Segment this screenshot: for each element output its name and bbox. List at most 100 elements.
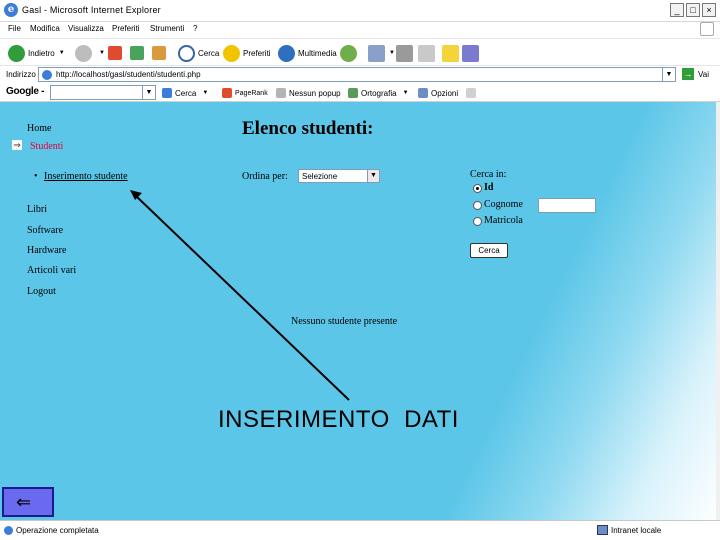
slide-back-button[interactable]: ⇐ [2,487,54,517]
spellcheck-label: Ortografia [361,88,397,98]
menu-preferiti[interactable]: Preferiti [112,24,140,33]
search-label: Cerca [198,48,220,58]
refresh-button[interactable] [130,43,147,63]
google-search-label: Cerca [175,88,197,98]
google-logo[interactable]: Google - [6,86,44,97]
google-toolbar: Google - ▼ Cerca ▼ PageRank Nessun popup… [0,84,720,102]
spellcheck-icon [348,88,358,98]
page-done-icon [4,526,13,535]
google-search-input[interactable]: ▼ [50,85,156,100]
close-button[interactable]: × [702,3,716,17]
spellcheck-button[interactable]: Ortografia ▼ [348,88,409,98]
search-icon [178,44,195,62]
nav-software-link[interactable]: Software [27,225,63,236]
options-button[interactable]: Opzioni [418,88,458,98]
back-label: Indietro [28,48,55,58]
refresh-icon [130,46,144,60]
status-bar: Operazione completata Intranet locale [0,520,720,540]
go-button[interactable]: Vai [698,70,709,79]
star-icon [223,44,240,62]
search-button[interactable]: Cerca [178,43,219,63]
windows-logo-icon [700,22,714,36]
highlight-button[interactable] [466,88,479,98]
address-input[interactable]: http://localhost/gasl/studenti/studenti.… [38,67,676,82]
caret-down-icon[interactable]: ▼ [99,50,105,56]
ie-icon: e [4,3,18,17]
google-g-icon [162,88,172,98]
caret-down-icon[interactable]: ▼ [59,50,65,56]
menubar: File Modifica Visualizza Preferiti Strum… [0,22,720,37]
print-icon [396,44,413,62]
chevron-down-icon[interactable]: ▼ [142,86,155,99]
stop-button[interactable] [108,43,125,63]
menu-strumenti[interactable]: Strumenti [150,24,184,33]
nav-logout-link[interactable]: Logout [27,286,56,297]
pagerank-icon [222,88,232,98]
nav-studenti-link[interactable]: Studenti [30,141,63,152]
mail-button[interactable]: ▼ [368,43,395,63]
page-title: Elenco studenti: [242,118,374,139]
nav-home-link[interactable]: Home [27,123,51,134]
options-icon [418,88,428,98]
radio-matricola[interactable] [473,217,482,226]
popup-blocker-button[interactable]: Nessun popup [276,88,341,98]
highlighter-icon [466,88,476,98]
multimedia-button[interactable]: Multimedia [278,43,337,63]
annotation-label: INSERIMENTO DATI [218,406,459,433]
home-icon [152,46,166,60]
options-label: Opzioni [431,88,459,98]
sort-select[interactable]: Selezione ▼ [298,169,380,183]
address-label: Indirizzo [6,70,36,79]
google-search-button[interactable]: Cerca ▼ [162,88,208,98]
favorites-label: Preferiti [243,48,271,58]
search-in-label: Cerca in: [470,169,507,180]
chevron-down-icon[interactable]: ▼ [367,170,379,182]
sort-label: Ordina per: [242,171,288,182]
search-submit-button[interactable]: Cerca [470,243,508,258]
radio-id-label: Id [484,182,494,193]
messenger-button[interactable] [462,43,482,63]
search-text-input[interactable] [538,198,596,213]
minimize-button[interactable]: _ [670,3,684,17]
pagerank-label: PageRank [235,89,268,97]
home-button[interactable] [152,43,169,63]
menu-visualizza[interactable]: Visualizza [68,24,104,33]
maximize-button[interactable]: □ [686,3,700,17]
vertical-scrollbar[interactable] [716,102,720,520]
edit-icon [418,44,435,62]
pagerank-button[interactable]: PageRank [222,88,268,98]
back-button[interactable]: Indietro ▼ [8,43,65,63]
window-titlebar: e Gasl - Microsoft Internet Explorer _ □… [0,0,720,22]
empty-list-message: Nessuno studente presente [291,316,398,327]
favorites-button[interactable]: Preferiti [223,43,271,63]
security-zone: Intranet locale [611,526,662,535]
radio-cognome[interactable] [473,201,482,210]
nav-hardware-link[interactable]: Hardware [27,245,66,256]
nav-inserimento-studente-link[interactable]: Inserimento studente [34,171,128,182]
menu-modifica[interactable]: Modifica [30,24,60,33]
back-arrow-icon [8,44,25,62]
popup-blocker-label: Nessun popup [289,88,341,98]
discuss-button[interactable] [442,43,462,63]
menu-help[interactable]: ? [193,24,197,33]
address-bar: Indirizzo http://localhost/gasl/studenti… [0,66,720,84]
forward-button[interactable]: ▼ [75,43,105,63]
nav-articoli-link[interactable]: Articoli vari [27,265,76,276]
menu-file[interactable]: File [8,24,21,33]
nav-libri-link[interactable]: Libri [27,204,47,215]
history-button[interactable] [340,43,360,63]
caret-down-icon[interactable]: ▼ [202,90,208,96]
radio-id[interactable] [473,184,482,193]
current-page-arrow-icon: ⇒ [12,140,22,150]
toolbar: Indietro ▼ ▼ Cerca Preferiti Multimedia … [0,38,720,66]
messenger-icon [462,44,479,62]
history-icon [340,44,357,62]
caret-down-icon[interactable]: ▼ [403,90,409,96]
print-button[interactable] [396,43,416,63]
go-arrow-icon[interactable]: → [682,68,694,80]
edit-button[interactable] [418,43,438,63]
back-arrow-icon: ⇐ [16,492,32,512]
caret-down-icon[interactable]: ▼ [389,50,395,56]
chevron-down-icon[interactable]: ▼ [662,68,675,81]
sort-select-value: Selezione [302,172,338,181]
